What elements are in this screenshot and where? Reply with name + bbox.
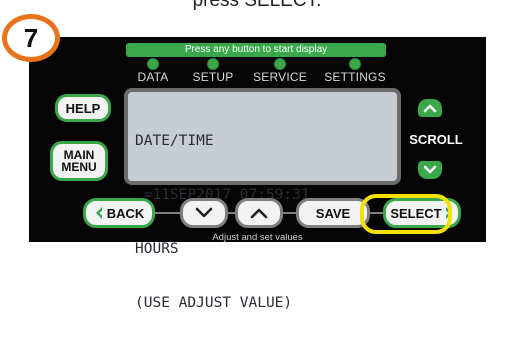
led-indicator-icon: [207, 58, 219, 70]
chevron-up-icon: [250, 208, 268, 219]
hint-bar: Press any button to start display: [126, 43, 386, 57]
tab-data[interactable]: DATA: [133, 58, 173, 84]
caption: press SELECT.: [192, 0, 322, 11]
select-highlight-ring: [360, 194, 452, 234]
tab-label: SERVICE: [253, 70, 307, 84]
scroll-control: SCROLL: [407, 97, 463, 185]
scroll-label: SCROLL: [409, 132, 463, 147]
chevron-down-icon: [423, 165, 437, 174]
chevron-up-icon: [423, 104, 437, 113]
adjust-down-button[interactable]: [180, 198, 228, 228]
scroll-up-button[interactable]: [418, 99, 442, 117]
tab-settings[interactable]: SETTINGS: [319, 58, 391, 84]
tab-service[interactable]: SERVICE: [247, 58, 313, 84]
led-indicator-icon: [147, 58, 159, 70]
tab-label: SETUP: [192, 70, 234, 84]
chevron-left-icon: [95, 207, 102, 219]
led-indicator-icon: [274, 58, 286, 70]
step-number: 7: [23, 22, 39, 53]
tab-label: SETTINGS: [324, 70, 386, 84]
main-menu-label-line2: MENU: [61, 160, 97, 174]
connector-line: [155, 212, 180, 214]
connector-line: [228, 212, 235, 214]
help-button[interactable]: HELP: [55, 94, 111, 122]
step-badge: 7: [2, 14, 60, 62]
back-label: BACK: [106, 205, 145, 221]
led-indicator-icon: [349, 58, 361, 70]
save-button[interactable]: SAVE: [296, 198, 370, 228]
back-button[interactable]: BACK: [83, 198, 155, 228]
main-menu-button[interactable]: MAIN MENU: [50, 141, 108, 181]
lcd-line: DATE/TIME: [135, 133, 214, 149]
adjust-up-button[interactable]: [235, 198, 283, 228]
tab-setup[interactable]: SETUP: [189, 58, 237, 84]
lcd-line: (USE ADJUST VALUE): [135, 295, 293, 311]
tab-label: DATA: [137, 70, 169, 84]
connector-line: [283, 212, 296, 214]
chevron-down-icon: [195, 207, 213, 218]
lcd-display: DATE/TIME =11SEP2017 07:59:31 HOURS (USE…: [124, 88, 401, 311]
scroll-down-button[interactable]: [418, 161, 442, 179]
